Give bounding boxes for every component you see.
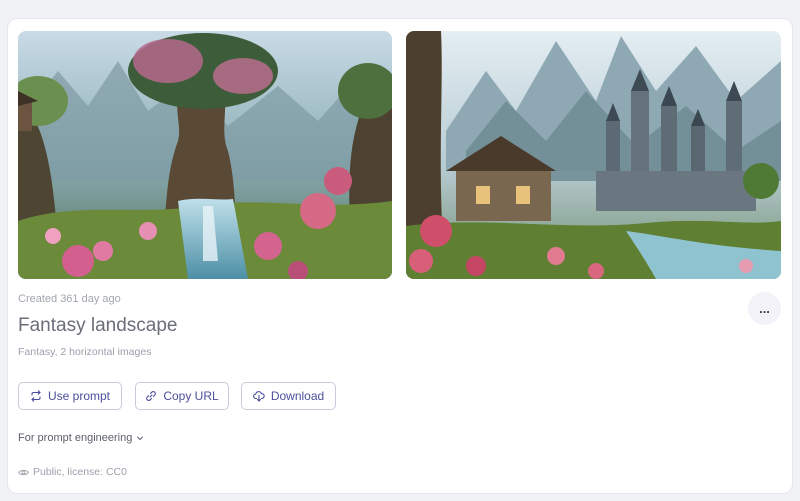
copy-url-label: Copy URL: [163, 389, 219, 403]
cloud-download-icon: [252, 391, 265, 402]
eye-icon: [18, 469, 29, 475]
created-date: Created 361 day ago: [18, 293, 121, 305]
download-button[interactable]: Download: [241, 382, 336, 410]
card-title: Fantasy landscape: [18, 315, 178, 336]
chevron-down-icon: [137, 436, 144, 440]
dropdown-label: For prompt engineering: [18, 432, 133, 444]
castle-image-illustration: [406, 31, 781, 279]
card-subtitle: Fantasy, 2 horizontal images: [18, 346, 152, 358]
link-icon: [146, 391, 157, 401]
preview-image-forest[interactable]: [18, 31, 392, 279]
more-options-button[interactable]: ...: [748, 292, 781, 325]
forest-image-illustration: [18, 31, 392, 279]
use-prompt-label: Use prompt: [47, 389, 111, 403]
repeat-icon: [31, 390, 41, 402]
license-info: Public, license: CC0: [18, 466, 127, 478]
copy-url-button[interactable]: Copy URL: [135, 382, 229, 410]
download-label: Download: [270, 389, 325, 403]
license-label: Public, license: CC0: [33, 466, 127, 478]
use-prompt-button[interactable]: Use prompt: [18, 382, 122, 410]
image-card: Created 361 day ago ... Fantasy landscap…: [7, 18, 793, 494]
preview-image-castle[interactable]: [406, 31, 781, 279]
prompt-engineering-dropdown[interactable]: For prompt engineering: [18, 432, 144, 444]
